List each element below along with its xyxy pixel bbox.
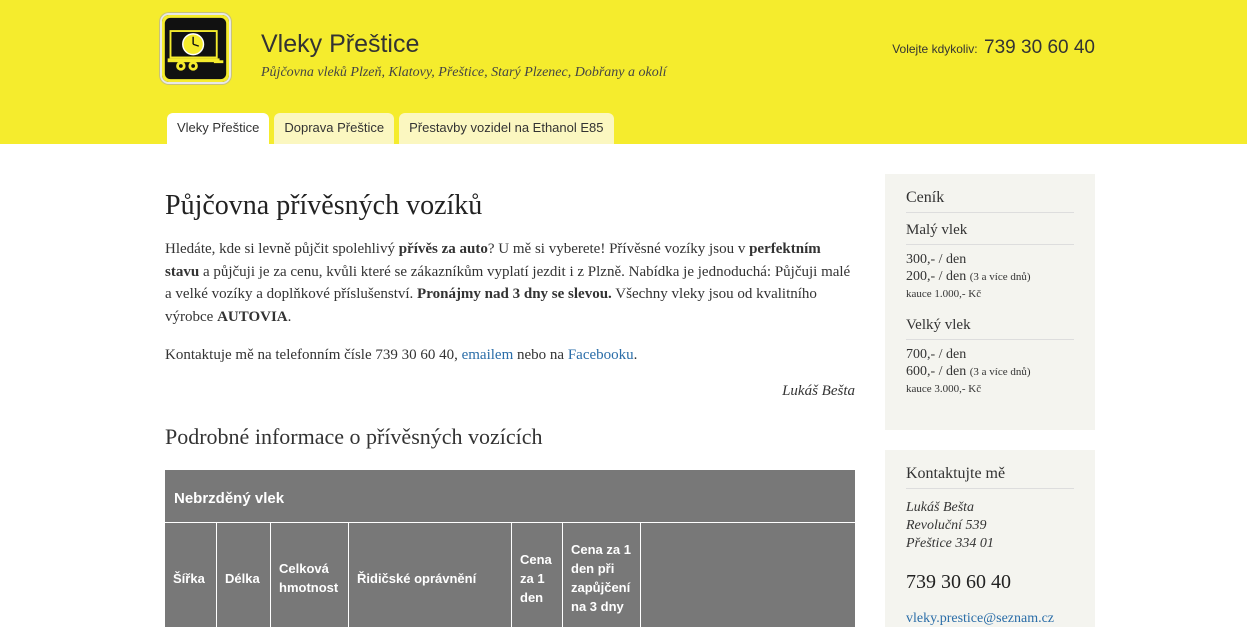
email-link[interactable]: emailem xyxy=(462,347,514,363)
contact-name: Lukáš Bešta xyxy=(906,500,975,515)
trailer-info-table: Nebrzděný vlek Šířka Délka Celková hmotn… xyxy=(165,470,855,627)
main-content: Půjčovna přívěsných vozíků Hledáte, kde … xyxy=(165,190,855,450)
site-subtitle: Půjčovna vleků Plzeň, Klatovy, Přeštice,… xyxy=(261,65,667,80)
small-price-2-note: (3 a více dnů) xyxy=(969,271,1031,283)
small-trailer-prices: 300,- / den 200,- / den (3 a více dnů) k… xyxy=(906,251,1074,302)
section-title: Podrobné informace o přívěsných vozících xyxy=(165,424,543,449)
facebook-link[interactable]: Facebooku xyxy=(568,347,634,363)
large-trailer-title: Velký vlek xyxy=(906,317,1074,340)
large-deposit: kauce 3.000,- Kč xyxy=(906,383,982,395)
intro-paragraph: Hledáte, kde si levně půjčit spolehlivý … xyxy=(165,238,855,328)
col-cena-den: Cena za 1 den xyxy=(512,523,563,627)
small-trailer-title: Malý vlek xyxy=(906,222,1074,245)
intro-bold-4: AUTOVIA xyxy=(217,308,288,325)
contact-phone[interactable]: 739 30 60 40 xyxy=(906,571,1074,594)
intro-bold-1: přívěs za auto xyxy=(398,241,488,257)
col-extra xyxy=(641,523,855,627)
contact-text-1: Kontaktuje mě na telefonním čísle 739 30… xyxy=(165,347,462,363)
col-hmotnost: Celková hmotnost xyxy=(271,523,349,627)
col-opravneni: Řidičské oprávnění xyxy=(349,523,512,627)
large-price-2: 600,- / den xyxy=(906,364,967,379)
page-title: Půjčovna přívěsných vozíků xyxy=(165,190,483,221)
contact-text-2: nebo na xyxy=(513,347,568,363)
contact-email-link[interactable]: vleky.prestice@seznam.cz xyxy=(906,611,1074,627)
tab-prestavby-ethanol[interactable]: Přestavby vozidel na Ethanol E85 xyxy=(399,113,614,144)
intro-text-2: ? U mě si vyberete! Přívěsné vozíky jsou… xyxy=(487,241,750,257)
tab-doprava-prestice[interactable]: Doprava Přeštice xyxy=(274,113,395,144)
col-sirka: Šířka xyxy=(165,523,217,627)
large-price-1: 700,- / den xyxy=(906,347,967,362)
contact-box: Kontaktujte mě Lukáš Bešta Revoluční 539… xyxy=(885,450,1095,627)
contact-text-3: . xyxy=(633,347,638,363)
header-phone: Volejte kdykoliv: 739 30 60 40 xyxy=(892,37,1095,59)
contact-city: Přeštice 334 01 xyxy=(906,536,994,551)
col-delka: Délka xyxy=(217,523,271,627)
large-trailer-prices: 700,- / den 600,- / den (3 a více dnů) k… xyxy=(906,346,1074,397)
main-nav: Vleky Přeštice Doprava Přeštice Přestavb… xyxy=(167,113,614,144)
logo-graphic xyxy=(162,15,229,82)
contact-address: Lukáš Bešta Revoluční 539 Přeštice 334 0… xyxy=(906,499,1074,553)
pricing-box: Ceník Malý vlek 300,- / den 200,- / den … xyxy=(885,174,1095,430)
contact-paragraph: Kontaktuje mě na telefonním čísle 739 30… xyxy=(165,344,855,366)
intro-text-5: . xyxy=(287,308,292,325)
site-header: Vleky Přeštice Půjčovna vleků Plzeň, Kla… xyxy=(0,0,1247,144)
small-deposit: kauce 1.000,- Kč xyxy=(906,288,982,300)
trailer-clock-logo-icon[interactable] xyxy=(160,13,231,84)
col-cena-3-dny: Cena za 1 den při zapůjčení na 3 dny xyxy=(563,523,641,627)
contact-title: Kontaktujte mě xyxy=(906,465,1074,489)
signature: Lukáš Bešta xyxy=(782,383,855,399)
small-price-1: 300,- / den xyxy=(906,252,967,267)
table-header-row: Šířka Délka Celková hmotnost Řidičské op… xyxy=(165,523,855,627)
intro-text-1: Hledáte, kde si levně půjčit spolehlivý xyxy=(165,241,399,257)
small-price-2: 200,- / den xyxy=(906,269,967,284)
small-price-2-row: 200,- / den (3 a více dnů) xyxy=(906,268,1074,286)
table-caption: Nebrzděný vlek xyxy=(165,470,855,523)
pricing-title: Ceník xyxy=(906,189,1074,213)
intro-bold-3: Pronájmy nad 3 dny se slevou. xyxy=(417,286,612,302)
contact-street: Revoluční 539 xyxy=(906,518,987,533)
large-price-2-row: 600,- / den (3 a více dnů) xyxy=(906,363,1074,381)
tab-vleky-prestice[interactable]: Vleky Přeštice xyxy=(167,113,270,144)
phone-number[interactable]: 739 30 60 40 xyxy=(984,37,1095,58)
large-price-2-note: (3 a více dnů) xyxy=(969,366,1031,378)
phone-label: Volejte kdykoliv: xyxy=(892,42,978,56)
site-title[interactable]: Vleky Přeštice xyxy=(261,30,419,59)
